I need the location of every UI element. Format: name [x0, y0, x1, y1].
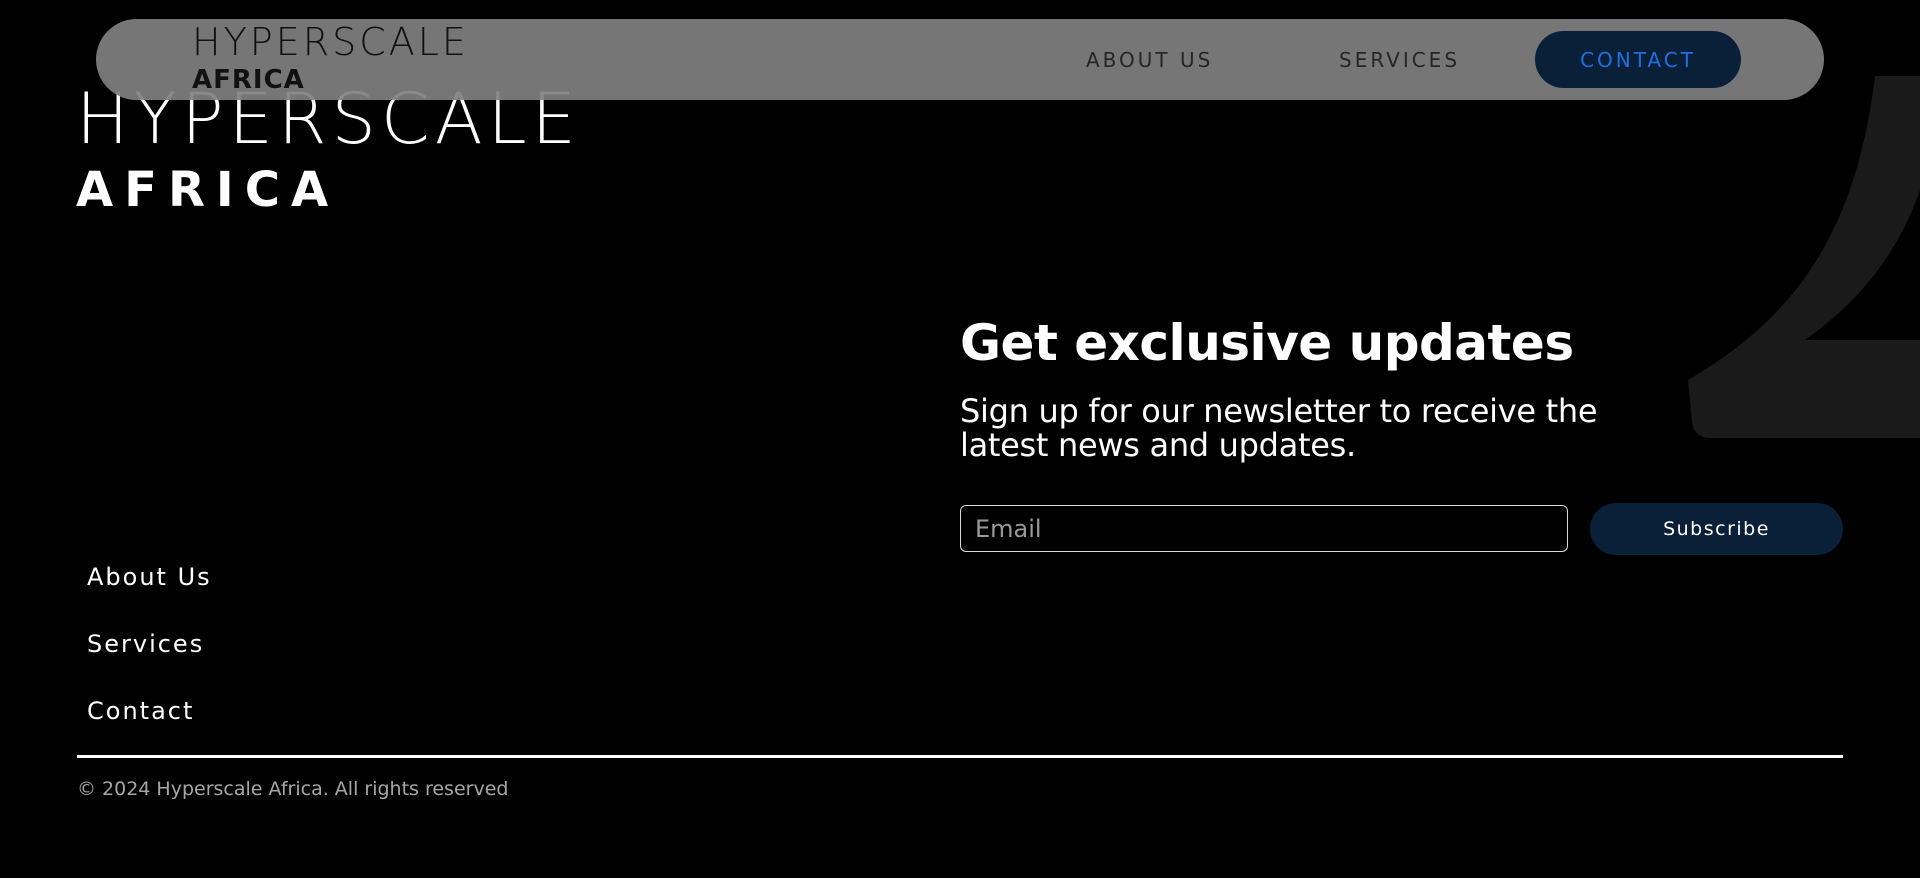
nav-services-link[interactable]: SERVICES: [1339, 48, 1460, 72]
top-navbar: HYPERSCALE AFRICA ABOUT US SERVICES CONT…: [96, 19, 1824, 100]
newsletter-subtitle: Sign up for our newsletter to receive th…: [960, 392, 1598, 464]
footer-link-contact[interactable]: Contact: [87, 697, 194, 725]
email-input[interactable]: [960, 505, 1568, 552]
navbar-logo[interactable]: HYPERSCALE AFRICA: [192, 23, 469, 93]
subscribe-button[interactable]: Subscribe: [1590, 503, 1843, 555]
nav-contact-button[interactable]: CONTACT: [1535, 31, 1741, 88]
footer-link-about-us[interactable]: About Us: [87, 563, 212, 591]
footer-logo: HYPERSCALE AFRICA: [76, 84, 581, 214]
nav-about-us-link[interactable]: ABOUT US: [1086, 48, 1213, 72]
navbar-logo-line2: AFRICA: [192, 65, 305, 95]
footer-logo-line2: AFRICA: [76, 162, 340, 218]
footer-divider: [77, 755, 1843, 758]
navbar-logo-line1: HYPERSCALE: [192, 20, 469, 64]
copyright-text: © 2024 Hyperscale Africa. All rights res…: [77, 778, 509, 800]
page: HYPERSCALE AFRICA ABOUT US SERVICES CONT…: [0, 0, 1920, 878]
newsletter-title: Get exclusive updates: [960, 314, 1574, 372]
footer-link-services[interactable]: Services: [87, 630, 204, 658]
